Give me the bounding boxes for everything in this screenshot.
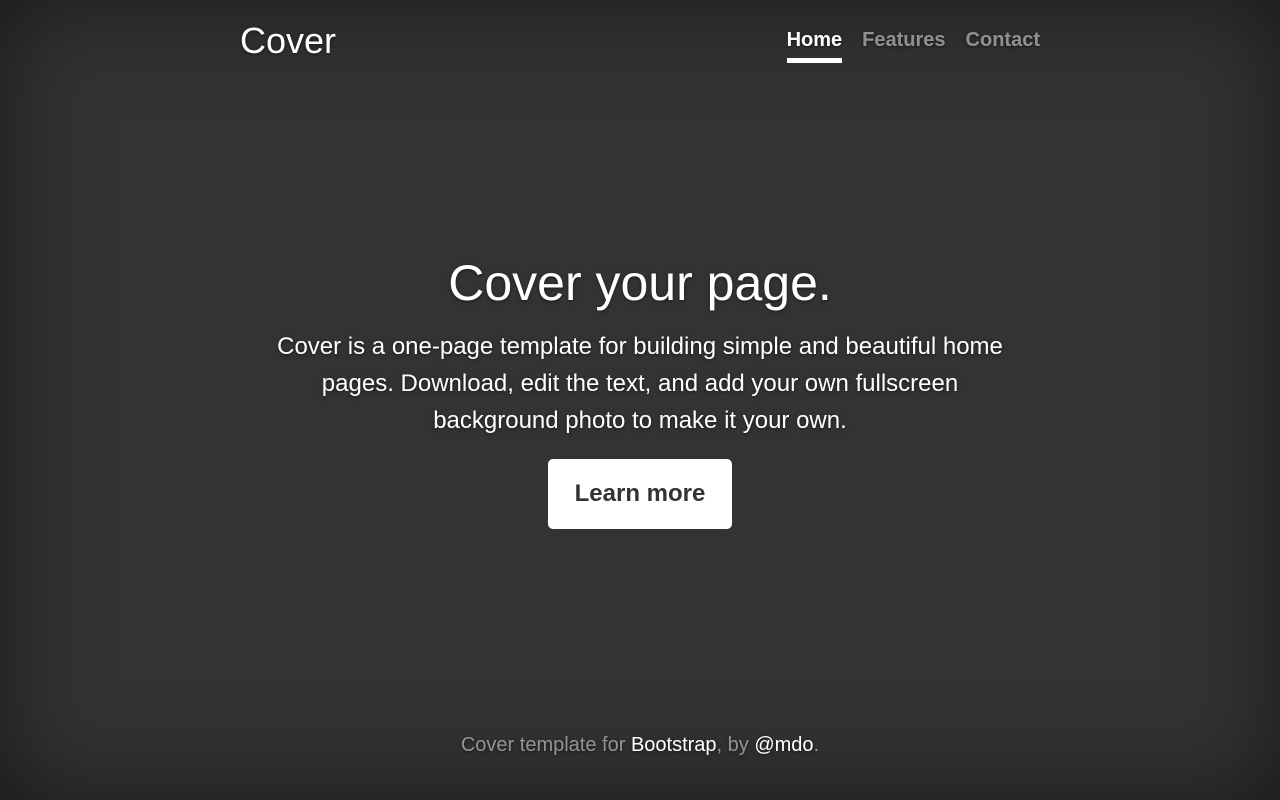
footer-text: Cover template for Bootstrap, by @mdo. — [0, 732, 1280, 758]
nav-item-features: Features — [862, 20, 945, 63]
nav-link-home[interactable]: Home — [786, 20, 843, 63]
nav-list: Home Features Contact — [786, 20, 1040, 63]
cover-lead-text: Cover is a one-page template for buildin… — [277, 333, 1003, 434]
brand-title: Cover — [240, 20, 337, 61]
footer: Cover template for Bootstrap, by @mdo. — [0, 732, 1280, 758]
author-link[interactable]: @mdo — [754, 734, 813, 756]
cover-section: Cover your page. Cover is a one-page tem… — [240, 250, 1040, 529]
footer-middle: , by — [716, 734, 755, 756]
bootstrap-link[interactable]: Bootstrap — [631, 734, 717, 756]
masthead: Cover Home Features Contact — [240, 20, 1040, 66]
nav-item-home: Home — [786, 20, 843, 63]
footer-suffix: . — [813, 734, 820, 756]
cover-heading: Cover your page. — [448, 255, 832, 311]
nav-item-contact: Contact — [966, 20, 1040, 63]
nav-link-contact[interactable]: Contact — [966, 20, 1040, 63]
cover-button-wrapper: Learn more — [270, 459, 1010, 529]
learn-more-button[interactable]: Learn more — [547, 459, 733, 529]
footer-prefix: Cover template for — [460, 734, 631, 756]
nav-link-features[interactable]: Features — [862, 20, 945, 63]
